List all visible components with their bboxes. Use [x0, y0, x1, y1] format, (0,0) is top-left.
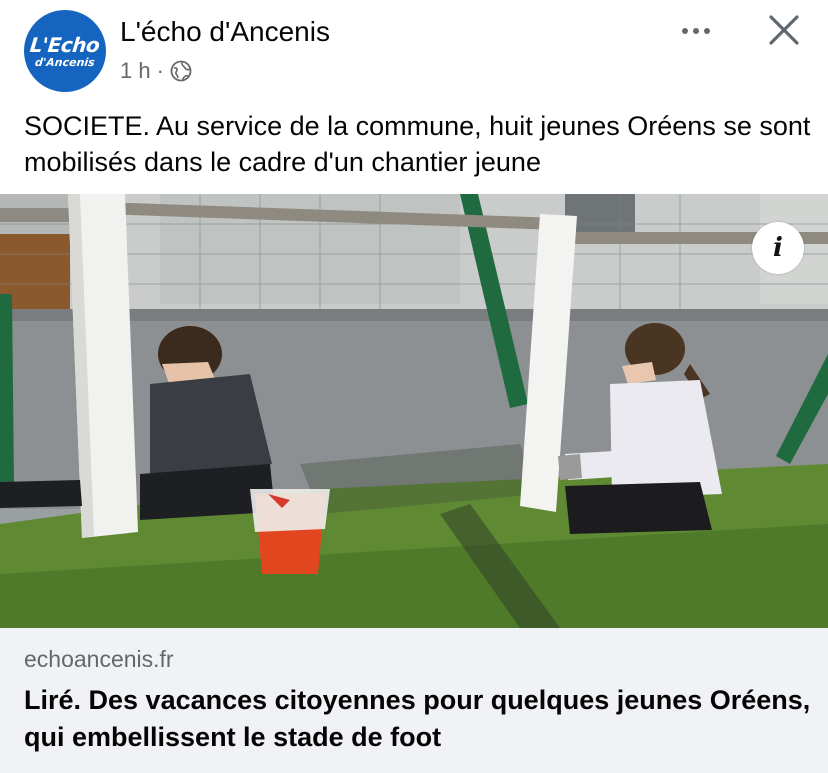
- info-button[interactable]: i: [752, 222, 804, 274]
- more-dot: [693, 28, 699, 34]
- meta-separator: ·: [156, 58, 164, 83]
- close-icon[interactable]: [766, 12, 802, 48]
- more-dots-icon: [682, 28, 688, 34]
- more-options-button[interactable]: [676, 16, 716, 46]
- link-headline[interactable]: Liré. Des vacances citoyennes pour quelq…: [24, 682, 814, 756]
- post-photo[interactable]: [0, 194, 828, 628]
- post-header: L'Echo d'Ancenis L'écho d'Ancenis 1 h ·: [0, 0, 828, 100]
- avatar-logo-line1: L'Echo: [29, 32, 101, 57]
- avatar-logo-line2: d'Ancenis: [34, 55, 96, 69]
- photo-illustration: [0, 194, 828, 628]
- post-time[interactable]: 1 h: [120, 58, 151, 84]
- page-avatar[interactable]: L'Echo d'Ancenis: [24, 10, 106, 92]
- link-preview[interactable]: echoancenis.fr Liré. Des vacances citoye…: [0, 628, 828, 773]
- globe-icon: [170, 60, 192, 82]
- post-caption: SOCIETE. Au service de la commune, huit …: [24, 111, 811, 177]
- link-domain: echoancenis.fr: [24, 646, 174, 672]
- page-name[interactable]: L'écho d'Ancenis: [120, 16, 330, 48]
- more-dot: [704, 28, 710, 34]
- post-meta: 1 h ·: [120, 58, 192, 84]
